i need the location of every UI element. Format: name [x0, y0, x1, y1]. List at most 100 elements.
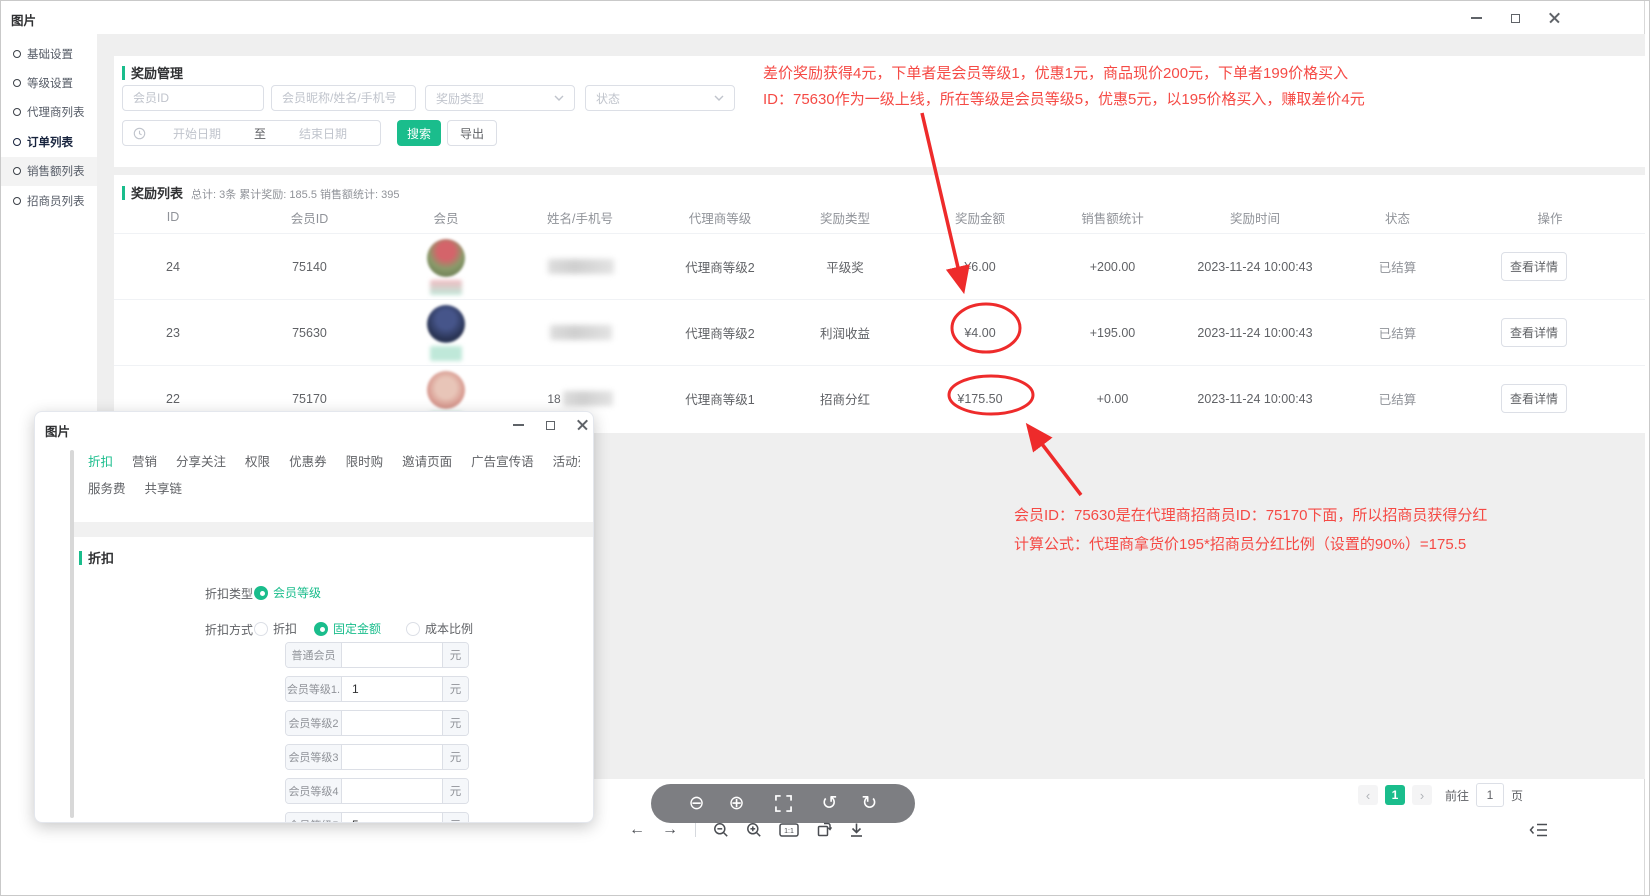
- section-accent-bar: [122, 186, 125, 200]
- unit-suffix: 元: [442, 677, 468, 701]
- table-header-cell: 奖励时间: [1170, 208, 1340, 227]
- current-page-button[interactable]: 1: [1385, 785, 1405, 805]
- bottom-annotation-line2: 计算公式：代理商拿货价195*招商员分红比例（设置的90%）=175.5: [1014, 530, 1487, 559]
- amount-input[interactable]: [342, 745, 442, 769]
- arrow-left-icon[interactable]: ←: [629, 821, 645, 839]
- dialog-tab[interactable]: 邀请页面: [402, 451, 452, 471]
- rotate-page-icon[interactable]: [816, 822, 832, 838]
- sidebar-item[interactable]: 代理商列表: [1, 98, 97, 127]
- maximize-button[interactable]: [1500, 9, 1530, 27]
- dialog-tab[interactable]: 优惠券: [289, 451, 327, 471]
- table-body: 24 75140 代理商等级2 平级奖 ¥6.00 +200.00 2023-1…: [114, 233, 1645, 431]
- discount-mode-label: 折扣方式: [205, 621, 253, 638]
- list-stats: 总计: 3条 累计奖励: 185.5 销售额统计: 395: [191, 186, 399, 202]
- radio-icon: [314, 622, 328, 636]
- status-select[interactable]: 状态: [585, 85, 735, 111]
- search-button[interactable]: 搜索: [397, 120, 441, 146]
- start-date-field[interactable]: 开始日期: [154, 125, 240, 142]
- amount-input[interactable]: [342, 779, 442, 803]
- member-id-input[interactable]: [122, 85, 264, 111]
- unit-suffix: 元: [442, 779, 468, 803]
- fullscreen-icon[interactable]: [775, 795, 792, 812]
- dialog-tab[interactable]: 营销: [132, 451, 157, 471]
- rotate-right-icon[interactable]: ↻: [861, 794, 877, 813]
- dialog-minimize-button[interactable]: [503, 416, 533, 434]
- discount-dialog: 图片 折扣 营销 分享关注 权限 优惠券 限时购 邀请页面 广告宣传语 活动: [34, 411, 594, 823]
- panel-toggle-icon[interactable]: [1529, 821, 1549, 844]
- goto-page-input[interactable]: [1476, 783, 1504, 807]
- amount-input[interactable]: [342, 643, 442, 667]
- discount-type-option[interactable]: 会员等级: [254, 584, 321, 601]
- magnifier-plus-icon[interactable]: [746, 822, 762, 838]
- arrow-right-icon[interactable]: →: [662, 821, 678, 839]
- zoom-out-icon[interactable]: ⊖: [689, 794, 705, 813]
- dialog-tab[interactable]: 活动列: [553, 451, 580, 471]
- dialog-scrollbar[interactable]: [70, 450, 74, 818]
- discount-mode-option[interactable]: 固定金额: [314, 620, 381, 637]
- table-header-cell: ID: [114, 210, 232, 224]
- cell-sales: +0.00: [1055, 392, 1170, 406]
- discount-mode-row: 折扣方式 折扣 固定金额 成本比例: [205, 620, 565, 636]
- dialog-close-button[interactable]: [567, 416, 594, 434]
- dialog-tab[interactable]: 权限: [245, 451, 270, 471]
- avatar: [427, 371, 465, 409]
- level-amount-row: 会员等级3 元: [285, 744, 469, 770]
- view-details-button[interactable]: 查看详情: [1501, 252, 1567, 281]
- cell-avatar: [387, 239, 505, 295]
- cell-name-phone: [505, 325, 655, 340]
- dialog-tab[interactable]: 折扣: [88, 451, 113, 471]
- dialog-tab[interactable]: 服务费: [88, 478, 126, 497]
- amount-input[interactable]: 5: [342, 813, 442, 823]
- date-range-picker[interactable]: 开始日期 至 结束日期: [122, 120, 381, 146]
- level-label: 会员等级2: [286, 711, 342, 735]
- table-header-cell: 姓名/手机号: [505, 208, 655, 227]
- table-header-cell: 会员: [387, 208, 505, 227]
- cell-id: 23: [114, 326, 232, 340]
- export-button[interactable]: 导出: [447, 120, 497, 146]
- dialog-section-header: 折扣: [79, 548, 114, 567]
- list-header: 奖励列表 总计: 3条 累计奖励: 185.5 销售额统计: 395: [122, 183, 399, 202]
- end-date-field[interactable]: 结束日期: [280, 125, 366, 142]
- view-details-button[interactable]: 查看详情: [1501, 318, 1567, 347]
- level-amount-row: 会员等级2 元: [285, 710, 469, 736]
- close-button[interactable]: [1539, 9, 1569, 27]
- reward-list-panel: 奖励列表 总计: 3条 累计奖励: 185.5 销售额统计: 395 ID 会员…: [114, 175, 1645, 433]
- prev-page-button[interactable]: ‹: [1358, 785, 1378, 805]
- discount-mode-option[interactable]: 折扣: [254, 620, 297, 637]
- dialog-tab[interactable]: 分享关注: [176, 451, 226, 471]
- member-name-input[interactable]: [271, 85, 416, 111]
- sidebar-item[interactable]: 等级设置: [1, 68, 97, 97]
- level-amount-row: 会员等级4 元: [285, 778, 469, 804]
- discount-mode-option[interactable]: 成本比例: [406, 620, 473, 637]
- radio-icon: [254, 622, 268, 636]
- minimize-button[interactable]: [1461, 9, 1491, 27]
- dialog-tab[interactable]: 共享链: [145, 478, 183, 497]
- discount-type-label: 折扣类型: [205, 585, 253, 602]
- dialog-tab[interactable]: 限时购: [346, 451, 384, 471]
- view-details-button[interactable]: 查看详情: [1501, 384, 1567, 413]
- amount-input[interactable]: 1: [342, 677, 442, 701]
- sidebar-item[interactable]: 基础设置: [1, 39, 97, 68]
- dialog-tab[interactable]: 广告宣传语: [471, 451, 534, 471]
- radio-circle-icon: [13, 50, 21, 58]
- amount-input[interactable]: [342, 711, 442, 735]
- top-annotation-line2: ID：75630作为一级上线，所在等级是会员等级5，优惠5元，以195价格买入，…: [763, 87, 1365, 113]
- download-icon[interactable]: [849, 822, 864, 838]
- cell-reward-amount: ¥6.00: [905, 260, 1055, 274]
- blurred-name: [548, 259, 614, 274]
- reward-type-select[interactable]: 奖励类型: [425, 85, 575, 111]
- actual-size-icon[interactable]: 1:1: [779, 822, 799, 838]
- rotate-left-icon[interactable]: ↺: [822, 794, 838, 813]
- chevron-down-icon: [714, 95, 724, 101]
- cell-time: 2023-11-24 10:00:43: [1170, 392, 1340, 406]
- next-page-button[interactable]: ›: [1412, 785, 1432, 805]
- top-annotation-line1: 差价奖励获得4元，下单者是会员等级1，优惠1元，商品现价200元，下单者199价…: [763, 61, 1365, 87]
- clock-icon: [133, 127, 146, 140]
- dialog-maximize-button[interactable]: [535, 416, 565, 434]
- chevron-down-icon: [554, 95, 564, 101]
- magnifier-minus-icon[interactable]: [713, 822, 729, 838]
- sidebar-item[interactable]: 销售额列表: [1, 157, 97, 186]
- sidebar-item[interactable]: 订单列表: [1, 127, 97, 156]
- zoom-in-icon[interactable]: ⊕: [729, 794, 745, 813]
- sidebar-item[interactable]: 招商员列表: [1, 186, 97, 215]
